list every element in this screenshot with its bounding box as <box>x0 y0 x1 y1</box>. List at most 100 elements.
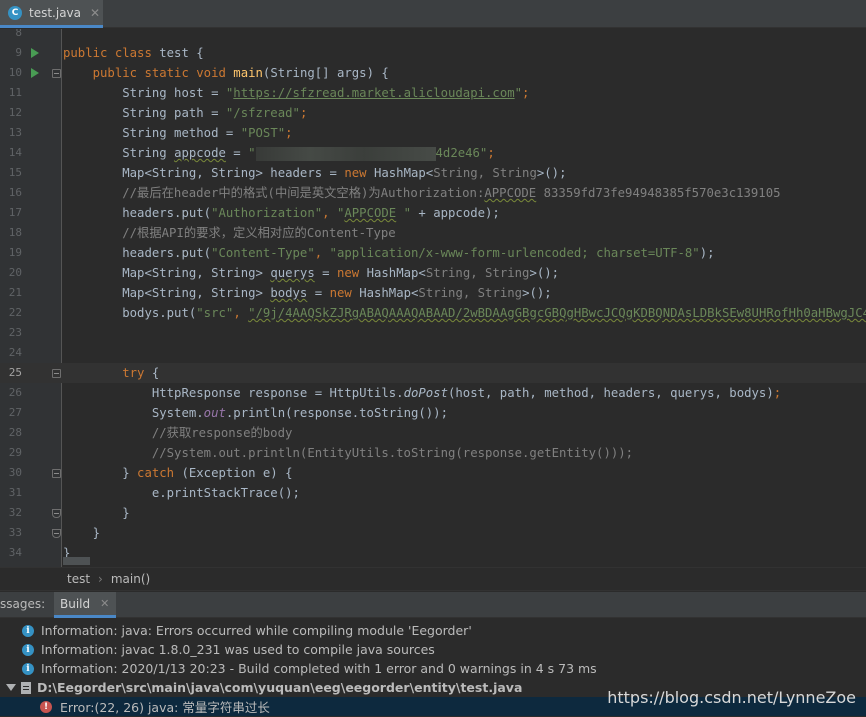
token: " <box>248 146 256 160</box>
line-number: 24 <box>8 346 22 359</box>
line-number: 30 <box>8 466 22 479</box>
token: String method = <box>122 126 241 140</box>
fold-icon[interactable] <box>52 529 61 538</box>
code-line: 11 String host = "https://sfzread.market… <box>0 83 866 103</box>
chevron-right-icon: › <box>98 572 103 586</box>
redacted-region <box>255 146 436 161</box>
token: doPost <box>403 386 448 400</box>
build-panel-header: ssages: Build ✕ <box>0 592 866 618</box>
watermark: https://blog.csdn.net/LynneZoe <box>607 688 856 707</box>
line-number: 9 <box>15 46 22 59</box>
token: Map<String, String> <box>122 286 271 300</box>
token: class <box>114 46 160 60</box>
token: querys <box>270 266 315 280</box>
fold-icon[interactable] <box>52 369 61 378</box>
line-number: 28 <box>8 426 22 439</box>
message-item[interactable]: i Information: javac 1.8.0_231 was used … <box>0 640 866 659</box>
line-number: 11 <box>8 86 22 99</box>
message-item[interactable]: i Information: java: Errors occurred whi… <box>0 621 866 640</box>
token: , <box>314 246 330 260</box>
token: 4d2e46" <box>435 146 488 160</box>
token: ; <box>522 86 530 100</box>
tab-build[interactable]: Build ✕ <box>54 592 116 618</box>
line-number: 13 <box>8 126 22 139</box>
code-editor[interactable]: 8 9 public class test { 10 public static… <box>0 29 866 567</box>
breadcrumb-class[interactable]: test <box>67 572 90 586</box>
token: "Authorization" <box>211 206 323 220</box>
file-path: D:\Eegorder\src\main\java\com\yuquan\eeg… <box>37 680 523 695</box>
tab-build-label: Build <box>60 596 91 611</box>
token: Map<String, String> headers = <box>122 166 345 180</box>
token: public static void <box>92 66 234 80</box>
token: String, String <box>433 166 537 180</box>
token: + appcode); <box>411 206 500 220</box>
tab-test-java[interactable]: C test.java ✕ <box>0 0 103 28</box>
token: try <box>122 366 152 380</box>
token: bodys.put( <box>122 306 197 320</box>
token: ; <box>299 106 308 120</box>
token: Map<String, String> <box>122 266 271 280</box>
token: >(); <box>536 166 567 180</box>
line-number: 22 <box>8 306 22 319</box>
token: ; <box>285 126 293 140</box>
line-number: 14 <box>8 146 22 159</box>
run-icon[interactable] <box>31 68 39 78</box>
close-icon[interactable]: ✕ <box>90 6 100 20</box>
line-number: 10 <box>8 66 22 79</box>
token: } <box>92 526 101 540</box>
token: //根据API的要求，定义相对应的Content-Type <box>122 226 396 240</box>
info-icon: i <box>22 643 34 656</box>
message-text: Information: java: Errors occurred while… <box>41 623 472 638</box>
info-icon: i <box>22 624 34 637</box>
token: (Exception e) { <box>181 466 293 480</box>
tab-label: test.java <box>29 5 82 20</box>
horizontal-scrollbar[interactable] <box>63 557 90 565</box>
code-line: 9 public class test { <box>0 43 866 63</box>
token: 83359fd73fe94948385f570e3c139105 <box>536 186 781 200</box>
token: >(); <box>522 286 552 300</box>
line-number: 18 <box>8 226 22 239</box>
url-link[interactable]: https://sfzread.market.alicloudapi.com <box>233 86 514 100</box>
token: { <box>151 366 160 380</box>
fold-icon[interactable] <box>52 469 61 478</box>
fold-icon[interactable] <box>52 509 61 518</box>
error-icon: ! <box>40 700 52 713</box>
token: APPCODE <box>344 206 397 220</box>
token: " <box>514 86 523 100</box>
line-number: 32 <box>8 506 22 519</box>
code-line: 23 <box>0 323 866 343</box>
line-number: 16 <box>8 186 22 199</box>
token: HashMap< <box>359 286 419 300</box>
message-item[interactable]: i Information: 2020/1/13 20:23 - Build c… <box>0 659 866 678</box>
line-number: 33 <box>8 526 22 539</box>
fold-icon[interactable] <box>52 69 61 78</box>
close-icon[interactable]: ✕ <box>100 597 109 610</box>
line-number: 15 <box>8 166 22 179</box>
info-icon: i <box>22 662 34 675</box>
line-number: 25 <box>8 366 22 379</box>
line-number: 17 <box>8 206 22 219</box>
message-text: Information: 2020/1/13 20:23 - Build com… <box>41 661 597 676</box>
code-line: 26 HttpResponse response = HttpUtils.doP… <box>0 383 866 403</box>
token: //System.out.println(EntityUtils.toStrin… <box>151 446 634 460</box>
code-line: 24 <box>0 343 866 363</box>
code-line-current: 25 try { <box>0 363 866 383</box>
code-line: 12 String path = "/sfzread"; <box>0 103 866 123</box>
code-line: 10 public static void main(String[] args… <box>0 63 866 83</box>
token: " <box>396 206 411 220</box>
line-number: 21 <box>8 286 22 299</box>
expand-arrow-icon[interactable] <box>6 684 16 691</box>
token: new <box>329 286 360 300</box>
line-number: 23 <box>8 326 22 339</box>
breadcrumb-method[interactable]: main() <box>111 572 150 586</box>
code-line: 22 bodys.put("src", "/9j/4AAQSkZJRgABAQA… <box>0 303 866 323</box>
token: ; <box>773 386 782 400</box>
line-number: 27 <box>8 406 22 419</box>
run-icon[interactable] <box>31 48 39 58</box>
code-line: 29 //System.out.println(EntityUtils.toSt… <box>0 443 866 463</box>
token: String, String <box>418 286 523 300</box>
code-line: 15 Map<String, String> headers = new Has… <box>0 163 866 183</box>
token: "/sfzread" <box>225 106 300 120</box>
token: } <box>122 466 138 480</box>
token: new <box>336 266 367 280</box>
